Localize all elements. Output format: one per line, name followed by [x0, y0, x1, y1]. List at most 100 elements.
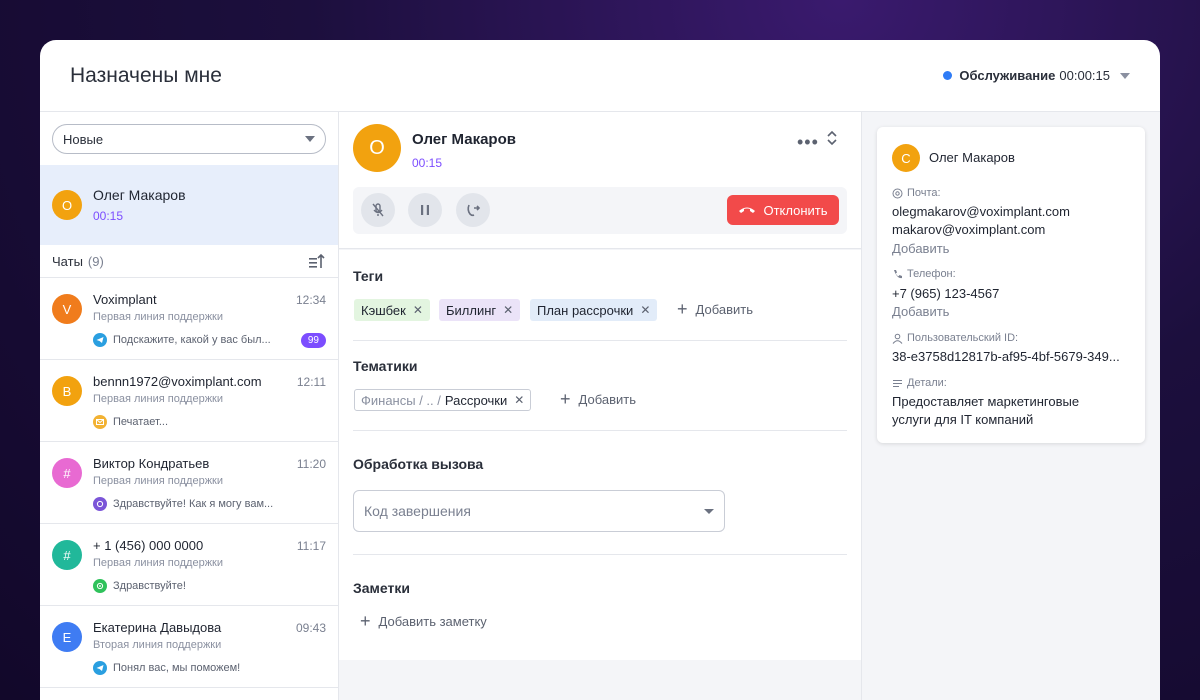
details-icon [893, 379, 902, 387]
completion-code-placeholder: Код завершения [364, 503, 471, 519]
notes-title: Заметки [353, 580, 410, 596]
contact-email[interactable]: olegmakarov@voximplant.com [892, 204, 1070, 219]
chats-count: (9) [87, 253, 104, 269]
tag-label: Кэшбек [361, 302, 406, 318]
avatar: С [892, 144, 920, 172]
chat-line: Первая линия поддержки [93, 311, 224, 323]
chat-message: Здравствуйте! Как я могу вам... [113, 498, 274, 510]
chat-line: Вторая линия поддержки [93, 639, 222, 651]
chat-line: Первая линия поддержки [93, 557, 224, 569]
chat-message: Здравствуйте! [113, 580, 186, 592]
contact-phone[interactable]: +7 (965) 123-4567 [892, 286, 999, 301]
phone-hangup-icon [739, 207, 756, 213]
chat-message: Понял вас, мы поможем! [113, 662, 241, 674]
page-header: Назначены мне Обслуживание 00:00:15 [40, 40, 1160, 112]
chevron-down-icon [305, 136, 315, 142]
status-dropdown[interactable]: Обслуживание 00:00:15 [943, 68, 1130, 83]
call-panel: О Олег Макаров 00:15 ••• Отклонить Теги … [339, 112, 862, 700]
email-icon [93, 415, 107, 429]
contact-details-line: услуги для IT компаний [892, 412, 1034, 427]
tag-chip: План рассрочки ✕ [530, 299, 658, 321]
add-tag-button[interactable]: + Добавить [677, 299, 753, 320]
transfer-button[interactable] [456, 193, 490, 227]
chats-header: Чаты (9) [40, 245, 338, 278]
add-topic-label: Добавить [578, 392, 636, 407]
transfer-icon [467, 204, 481, 217]
chat-time: 12:34 [295, 293, 326, 307]
viber-icon [93, 497, 107, 511]
call-controls: Отклонить [353, 187, 847, 234]
chat-name: bennn1972@voximplant.com [93, 374, 262, 389]
tag-chip: Биллинг ✕ [439, 299, 521, 321]
avatar: B [52, 376, 82, 406]
chat-list-item[interactable]: Е Екатерина Давыдова 09:43 Вторая линия … [40, 606, 338, 688]
add-note-button[interactable]: + Добавить заметку [360, 611, 487, 632]
divider [353, 340, 847, 341]
tag-label: План рассрочки [537, 302, 634, 318]
avatar: Е [52, 622, 82, 652]
chat-name: Voximplant [93, 292, 157, 307]
topic-chip: Финансы / .. / Рассрочки ✕ [354, 389, 532, 411]
active-call-item[interactable]: О Олег Макаров 00:15 [40, 165, 338, 245]
chat-line: Первая линия поддержки [93, 475, 224, 487]
contact-name: Олег Макаров [929, 150, 1015, 165]
tag-label: Биллинг [446, 302, 497, 318]
decline-label: Отклонить [763, 202, 828, 218]
plus-icon: + [560, 389, 571, 409]
chats-label: Чаты [52, 253, 83, 269]
chat-time: 11:17 [296, 539, 326, 553]
whatsapp-icon [93, 579, 107, 593]
chat-list-item[interactable]: V Voximplant 12:34 Первая линия поддержк… [40, 278, 338, 360]
add-tag-label: Добавить [695, 302, 753, 317]
chat-name: + 1 (456) 000 0000 [93, 538, 204, 553]
chat-list-item[interactable]: # + 1 (456) 000 0000 11:17 Первая линия … [40, 524, 338, 606]
more-icon[interactable]: ••• [797, 132, 819, 153]
decline-button[interactable]: Отклонить [727, 195, 839, 225]
status-label: Обслуживание [959, 68, 1056, 83]
unread-badge: 99 [300, 333, 326, 348]
chat-time: 11:20 [296, 457, 326, 471]
topic-path: Финансы / .. / [361, 392, 441, 408]
chat-line: Первая линия поддержки [93, 393, 224, 405]
mic-off-icon [372, 203, 384, 217]
divider [353, 554, 847, 555]
filter-select[interactable]: Новые [52, 124, 326, 154]
chat-name: Виктор Кондратьев [93, 456, 210, 471]
topic-value: Рассрочки [444, 392, 508, 408]
add-phone-link[interactable]: Добавить [892, 304, 949, 319]
avatar: О [52, 190, 82, 220]
chevron-down-icon [704, 508, 714, 514]
details-label: Детали: [892, 377, 947, 389]
chat-list-item[interactable]: B bennn1972@voximplant.com 12:11 Первая … [40, 360, 338, 442]
tag-chip: Кэшбек ✕ [354, 299, 430, 321]
close-icon[interactable]: ✕ [640, 303, 650, 317]
contact-user-id: 38-e3758d12817b-af95-4bf-5679-349... [892, 349, 1120, 364]
expand-icon[interactable] [826, 129, 838, 147]
chat-name: Екатерина Давыдова [93, 620, 222, 635]
divider [353, 430, 847, 431]
chat-time: 12:11 [296, 375, 326, 389]
add-topic-button[interactable]: + Добавить [560, 389, 636, 410]
add-note-label: Добавить заметку [378, 614, 487, 629]
close-icon[interactable]: ✕ [503, 303, 513, 317]
chat-time: 09:43 [295, 621, 326, 635]
at-icon [892, 188, 903, 198]
hold-button[interactable] [408, 193, 442, 227]
caller-name: Олег Макаров [412, 131, 516, 148]
phone-label: Телефон: [892, 268, 956, 280]
chevron-down-icon [1120, 72, 1130, 79]
chat-list-item[interactable]: # Виктор Кондратьев 11:20 Первая линия п… [40, 442, 338, 524]
add-email-link[interactable]: Добавить [892, 241, 949, 256]
contact-email[interactable]: makarov@voximplant.com [892, 222, 1045, 237]
page-title: Назначены мне [70, 63, 222, 87]
avatar: О [353, 124, 401, 172]
close-icon[interactable]: ✕ [514, 393, 524, 407]
tags-title: Теги [353, 268, 384, 284]
filter-value: Новые [63, 131, 104, 147]
sort-icon[interactable] [308, 253, 326, 269]
chat-list: V Voximplant 12:34 Первая линия поддержк… [40, 278, 338, 688]
mute-button[interactable] [361, 193, 395, 227]
close-icon[interactable]: ✕ [413, 303, 423, 317]
contact-panel: С Олег Макаров Почта: olegmakarov@voximp… [862, 112, 1160, 700]
completion-code-select[interactable]: Код завершения [353, 490, 725, 532]
